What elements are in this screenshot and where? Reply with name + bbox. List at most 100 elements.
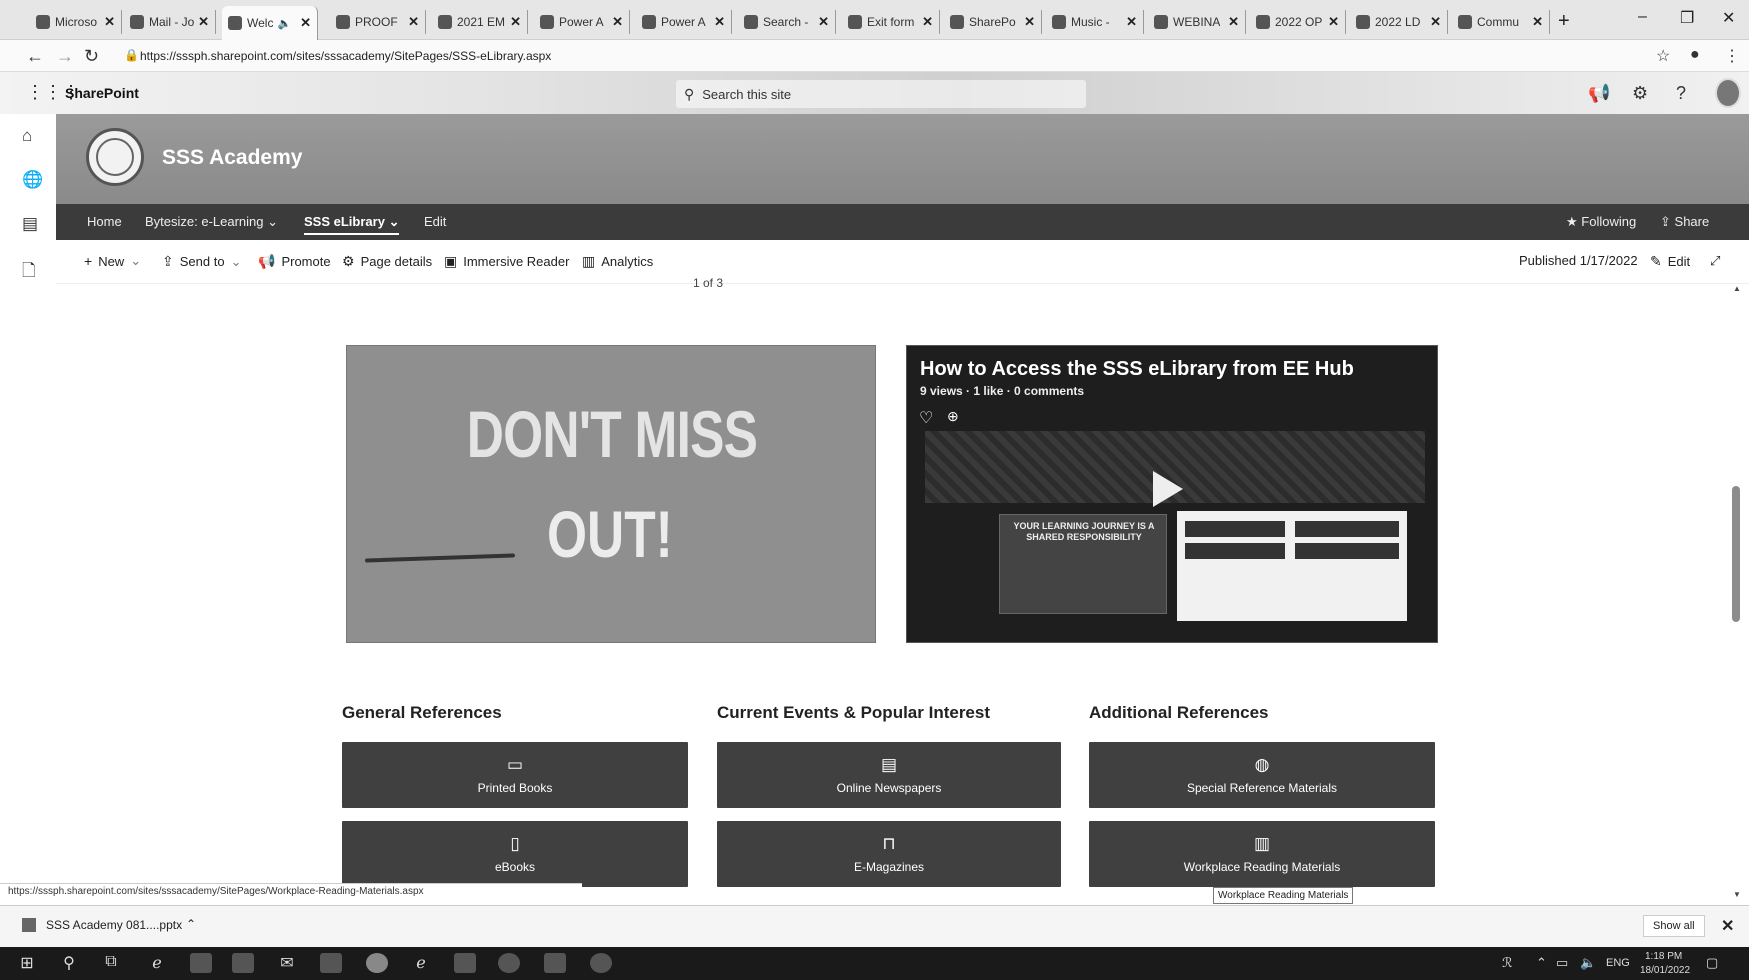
close-icon[interactable]: ✕: [1532, 14, 1543, 30]
browser-tab[interactable]: Power A ✕: [636, 10, 732, 34]
file-icon[interactable]: 🗋: [22, 258, 36, 287]
window-close-button[interactable]: ✕: [1722, 8, 1735, 28]
site-search-input[interactable]: ⚲ Search this site: [676, 80, 1086, 108]
play-icon[interactable]: [1153, 471, 1183, 507]
browser-tab[interactable]: Music - ✕: [1046, 10, 1144, 34]
close-icon[interactable]: ✕: [922, 14, 933, 30]
show-all-button[interactable]: Show all: [1643, 915, 1705, 937]
new-button[interactable]: + New ⌄: [84, 253, 141, 269]
special-reference-link[interactable]: ◍ Special Reference Materials: [1089, 742, 1435, 808]
bookmark-star-icon[interactable]: ☆: [1656, 46, 1670, 66]
site-logo[interactable]: [86, 128, 144, 186]
close-icon[interactable]: ✕: [104, 14, 115, 30]
store-icon[interactable]: [232, 953, 254, 973]
add-to-playlist-icon[interactable]: ⊕: [947, 408, 959, 425]
mail-icon[interactable]: ✉: [276, 953, 298, 973]
edge-icon[interactable]: ℯ: [146, 953, 168, 973]
people-icon[interactable]: ℛ: [1502, 955, 1512, 971]
close-icon[interactable]: ✕: [408, 14, 419, 30]
windows-start-icon[interactable]: ⊞: [16, 953, 38, 973]
browser-tab[interactable]: 2022 OP ✕: [1250, 10, 1346, 34]
powerpoint-icon[interactable]: [498, 953, 520, 973]
excel-icon[interactable]: [454, 953, 476, 973]
close-icon[interactable]: ✕: [198, 14, 209, 30]
browser-tab[interactable]: Exit form ✕: [842, 10, 940, 34]
promote-button[interactable]: 📢 Promote: [258, 253, 331, 270]
browser-tab[interactable]: 2022 LD ✕: [1350, 10, 1448, 34]
browser-tab[interactable]: PROOF ✕: [330, 10, 426, 34]
forward-button[interactable]: →: [56, 46, 74, 67]
e-magazines-link[interactable]: ⊓ E-Magazines: [717, 821, 1061, 887]
help-icon[interactable]: ?: [1676, 83, 1686, 104]
following-button[interactable]: ★ Following: [1566, 214, 1636, 230]
video-title[interactable]: How to Access the SSS eLibrary from EE H…: [920, 358, 1354, 381]
ie-icon[interactable]: ℯ: [410, 953, 432, 973]
globe-icon[interactable]: 🌐: [22, 170, 43, 190]
heart-icon[interactable]: ♡: [919, 408, 933, 428]
expand-icon[interactable]: ⤢: [1710, 253, 1720, 269]
task-view-icon[interactable]: ⧉: [100, 953, 122, 973]
reload-button[interactable]: ↻: [84, 46, 99, 67]
printed-books-link[interactable]: ▭ Printed Books: [342, 742, 688, 808]
file-explorer-icon[interactable]: [190, 953, 212, 973]
app-icon[interactable]: [590, 953, 612, 973]
edit-page-button[interactable]: ✎ Edit: [1650, 253, 1690, 270]
send-to-button[interactable]: ⇪ Send to ⌄: [162, 253, 241, 270]
restore-button[interactable]: ❐: [1680, 8, 1694, 28]
analytics-button[interactable]: ▥ Analytics: [582, 253, 653, 270]
browser-tab[interactable]: Power A ✕: [534, 10, 630, 34]
close-icon[interactable]: ✕: [1328, 14, 1339, 30]
download-item[interactable]: SSS Academy 081....pptx: [22, 918, 182, 932]
network-icon[interactable]: ▭: [1556, 955, 1568, 971]
clock-date[interactable]: 18/01/2022: [1640, 965, 1690, 976]
avatar[interactable]: [1715, 78, 1741, 108]
minimize-button[interactable]: –: [1638, 8, 1647, 26]
megaphone-icon[interactable]: 📢: [1588, 83, 1610, 104]
close-icon[interactable]: ✕: [1228, 14, 1239, 30]
site-title[interactable]: SSS Academy: [162, 146, 302, 170]
url-field[interactable]: https://sssph.sharepoint.com/sites/sssac…: [140, 49, 551, 63]
online-newspapers-link[interactable]: ▤ Online Newspapers: [717, 742, 1061, 808]
back-button[interactable]: ←: [26, 46, 44, 67]
close-icon[interactable]: ✕: [1024, 14, 1035, 30]
close-icon[interactable]: ✕: [510, 14, 521, 30]
close-icon[interactable]: ✕: [300, 15, 311, 31]
browser-tab[interactable]: Microso ✕: [30, 10, 122, 34]
volume-icon[interactable]: 🔈: [1580, 955, 1596, 971]
clock-time[interactable]: 1:18 PM: [1645, 951, 1682, 962]
scrollbar-thumb[interactable]: [1732, 486, 1740, 622]
browser-tab[interactable]: SharePo ✕: [944, 10, 1042, 34]
notification-icon[interactable]: ▢: [1706, 955, 1718, 971]
nav-item-home[interactable]: Home: [87, 214, 122, 229]
word-icon[interactable]: [544, 953, 566, 973]
browser-tab[interactable]: WEBINA ✕: [1148, 10, 1246, 34]
page-details-button[interactable]: ⚙ Page details: [342, 253, 432, 270]
chevron-up-icon[interactable]: ⌃: [1536, 955, 1547, 971]
sharepoint-brand[interactable]: SharePoint: [65, 85, 139, 101]
scroll-up-arrow[interactable]: ▲: [1733, 284, 1741, 293]
browser-tab-active[interactable]: Welc 🔈 ✕: [222, 6, 318, 40]
workplace-reading-link[interactable]: ▥ Workplace Reading Materials: [1089, 821, 1435, 887]
news-icon[interactable]: ▤: [22, 214, 38, 234]
chrome-icon[interactable]: [366, 953, 388, 973]
nav-item-bytesize[interactable]: Bytesize: e-Learning ⌄: [145, 214, 278, 230]
share-button[interactable]: ⇪ Share: [1660, 214, 1709, 230]
browser-tab[interactable]: Commu ✕: [1452, 10, 1550, 34]
video-player[interactable]: How to Access the SSS eLibrary from EE H…: [906, 345, 1438, 643]
chevron-up-icon[interactable]: ⌃: [186, 917, 196, 931]
close-icon[interactable]: ✕: [612, 14, 623, 30]
new-tab-button[interactable]: +: [1558, 10, 1570, 33]
close-icon[interactable]: ✕: [1126, 14, 1137, 30]
gear-icon[interactable]: ⚙: [1632, 83, 1648, 104]
scroll-down-arrow[interactable]: ▼: [1733, 890, 1741, 899]
home-icon[interactable]: ⌂: [22, 126, 32, 146]
search-icon[interactable]: ⚲: [58, 953, 80, 973]
nav-item-edit[interactable]: Edit: [424, 214, 446, 229]
browser-tab[interactable]: Search - ✕: [738, 10, 836, 34]
promo-banner[interactable]: DON'T MISS OUT!: [346, 345, 876, 643]
browser-menu-icon[interactable]: ⋮: [1724, 46, 1740, 66]
language-indicator[interactable]: ENG: [1606, 957, 1630, 969]
close-icon[interactable]: ✕: [714, 14, 725, 30]
close-icon[interactable]: ✕: [1721, 916, 1734, 936]
ebooks-link[interactable]: ▯ eBooks: [342, 821, 688, 887]
